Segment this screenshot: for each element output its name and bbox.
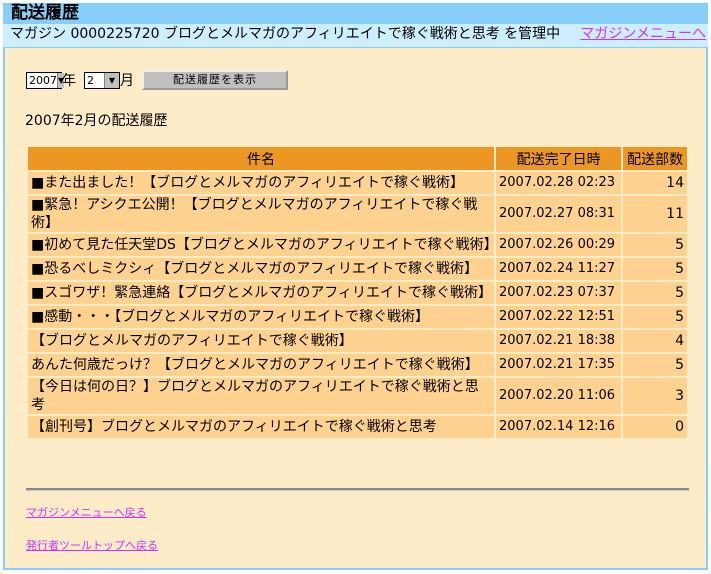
row-date: 2007.02.27 08:31 (496, 196, 622, 232)
year-select[interactable]: 2007 ▼ (26, 71, 65, 89)
row-count: 4 (623, 330, 687, 352)
row-count: 5 (623, 258, 687, 280)
table-row: ■初めて見た任天堂DS【ブログとメルマガのアフィリエイトで稼ぐ戦術】 2007.0… (28, 234, 687, 256)
row-subject: あんた何歳だっけ？【ブログとメルマガのアフィリエイトで稼ぐ戦術】 (28, 354, 494, 376)
row-subject: ■初めて見た任天堂DS【ブログとメルマガのアフィリエイトで稼ぐ戦術】 (28, 234, 498, 256)
row-subject: ■緊急！アシクエ公開！【ブログとメルマガのアフィリエイトで稼ぐ戦術】 (28, 196, 494, 232)
magazine-bar: マガジン 0000225720 ブログとメルマガのアフィリエイトで稼ぐ戦術と思考… (3, 24, 708, 47)
row-date: 2007.02.24 11:27 (496, 258, 622, 280)
history-heading: 2007年2月の配送履歴 (25, 113, 168, 129)
month-select[interactable]: 2 ▼ (84, 71, 120, 89)
row-subject: ■また出ました！【ブログとメルマガのアフィリエイトで稼ぐ戦術】 (28, 172, 494, 194)
row-count: 5 (623, 354, 687, 376)
month-label: 月 (120, 73, 134, 89)
row-date: 2007.02.21 17:35 (496, 354, 622, 376)
month-value: 2 (87, 73, 94, 87)
row-count: 11 (623, 196, 687, 232)
table-row: 【ブログとメルマガのアフィリエイトで稼ぐ戦術】 2007.02.21 18:38 4 (28, 330, 687, 352)
row-count: 5 (623, 282, 687, 304)
col-date: 配送完了日時 (496, 147, 622, 170)
row-date: 2007.02.26 00:29 (496, 234, 622, 256)
row-subject: ■感動・・・【ブログとメルマガのアフィリエイトで稼ぐ戦術】 (28, 306, 494, 328)
table-row: ■スゴワザ！緊急連絡【ブログとメルマガのアフィリエイトで稼ぐ戦術】 2007.02… (28, 282, 687, 304)
row-subject: ■スゴワザ！緊急連絡【ブログとメルマガのアフィリエイトで稼ぐ戦術】 (28, 282, 494, 304)
col-count: 配送部数 (623, 147, 687, 170)
year-label: 年 (62, 73, 76, 89)
main-panel: 2007 ▼ 年 2 ▼ 月 配送履歴を表示 2007年2月の配送履歴 件名 配送完… (3, 47, 708, 570)
row-subject: 【今日は何の日？】ブログとメルマガのアフィリエイトで稼ぐ戦術と思考 (28, 378, 494, 414)
magazine-info: マガジン 0000225720 ブログとメルマガのアフィリエイトで稼ぐ戦術と思考… (10, 26, 561, 42)
table-row: 【創刊号】ブログとメルマガのアフィリエイトで稼ぐ戦術と思考 2007.02.14 … (28, 416, 687, 438)
row-count: 0 (623, 416, 687, 438)
magazine-menu-link[interactable]: マガジンメニューへ (580, 24, 706, 45)
row-count: 14 (623, 172, 687, 194)
row-count: 3 (623, 378, 687, 414)
table-row: ■緊急！アシクエ公開！【ブログとメルマガのアフィリエイトで稼ぐ戦術】 2007.0… (28, 196, 687, 232)
page-title: 配送履歴 (11, 3, 79, 23)
back-magazine-menu-link[interactable]: マガジンメニューへ戻る (26, 504, 147, 520)
show-history-button[interactable]: 配送履歴を表示 (142, 70, 288, 90)
title-bar: 配送履歴 (3, 3, 708, 24)
table-row: ■また出ました！【ブログとメルマガのアフィリエイトで稼ぐ戦術】 2007.02.2… (28, 172, 687, 194)
row-date: 2007.02.20 11:06 (496, 378, 622, 414)
year-value: 2007 (29, 73, 57, 87)
divider (26, 488, 689, 491)
row-subject: 【ブログとメルマガのアフィリエイトで稼ぐ戦術】 (28, 330, 494, 352)
col-subject: 件名 (28, 147, 494, 170)
date-controls: 2007 ▼ 年 2 ▼ 月 配送履歴を表示 (26, 70, 288, 90)
table-row: 【今日は何の日？】ブログとメルマガのアフィリエイトで稼ぐ戦術と思考 2007.02… (28, 378, 687, 414)
row-date: 2007.02.22 12:51 (496, 306, 622, 328)
history-table: 件名 配送完了日時 配送部数 ■また出ました！【ブログとメルマガのアフィリエイト… (26, 145, 689, 440)
row-count: 5 (623, 234, 687, 256)
row-date: 2007.02.28 02:23 (496, 172, 622, 194)
row-date: 2007.02.14 12:16 (496, 416, 622, 438)
table-row: ■感動・・・【ブログとメルマガのアフィリエイトで稼ぐ戦術】 2007.02.22 … (28, 306, 687, 328)
row-subject: ■恐るべしミクシィ【ブログとメルマガのアフィリエイトで稼ぐ戦術】 (28, 258, 494, 280)
table-row: ■恐るべしミクシィ【ブログとメルマガのアフィリエイトで稼ぐ戦術】 2007.02.… (28, 258, 687, 280)
table-row: あんた何歳だっけ？【ブログとメルマガのアフィリエイトで稼ぐ戦術】 2007.02.… (28, 354, 687, 376)
row-count: 5 (623, 306, 687, 328)
back-tools-top-link[interactable]: 発行者ツールトップへ戻る (26, 537, 158, 553)
row-date: 2007.02.23 07:37 (496, 282, 622, 304)
row-date: 2007.02.21 18:38 (496, 330, 622, 352)
chevron-down-icon: ▼ (104, 72, 119, 88)
row-subject: 【創刊号】ブログとメルマガのアフィリエイトで稼ぐ戦術と思考 (28, 416, 494, 438)
